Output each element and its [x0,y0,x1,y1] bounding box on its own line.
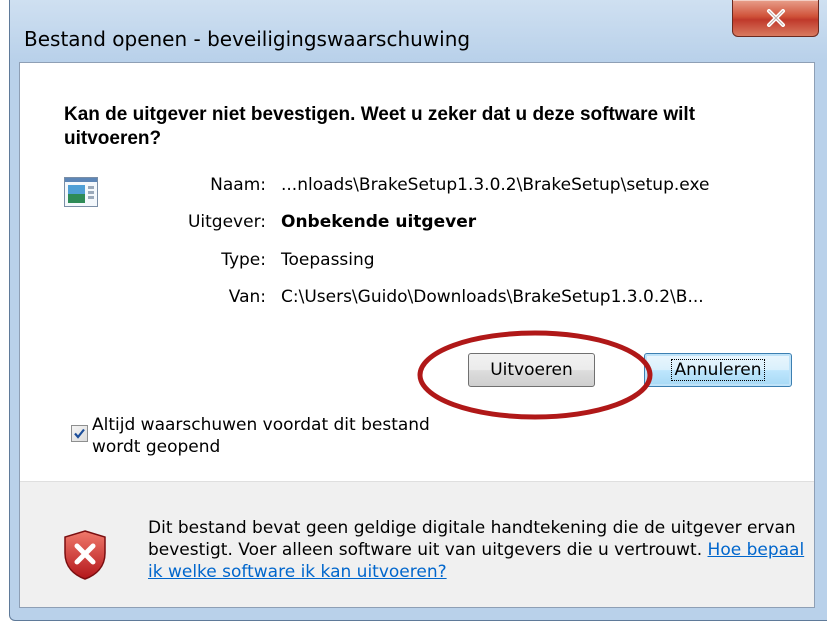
source-path-value: C:\Users\Guido\Downloads\BrakeSetup1.3.0… [281,287,704,307]
file-name-value: ...nloads\BrakeSetup1.3.0.2\BrakeSetup\s… [281,175,710,195]
cancel-button[interactable]: Annuleren [644,353,792,387]
checkmark-icon [74,428,85,439]
window-title: Bestand openen - beveiligingswaarschuwin… [24,27,471,51]
warning-panel: Dit bestand bevat geen geldige digitale … [20,481,814,607]
publisher-value: Onbekende uitgever [281,212,477,232]
field-label: Type: [221,250,266,270]
shield-error-icon [64,530,106,580]
title-bar: Bestand openen - beveiligingswaarschuwin… [10,0,827,62]
main-panel: Kan de uitgever niet bevestigen. Weet u … [20,63,814,481]
security-warning-dialog: Bestand openen - beveiligingswaarschuwin… [9,0,827,621]
headline: Kan de uitgever niet bevestigen. Weet u … [64,104,696,149]
dialog-content: Kan de uitgever niet bevestigen. Weet u … [19,62,815,608]
always-warn-label[interactable]: Altijd waarschuwen voordat dit bestand w… [92,414,482,458]
run-button[interactable]: Uitvoeren [468,353,595,387]
close-icon [766,9,785,27]
warning-text: Dit bestand bevat geen geldige digitale … [148,518,796,560]
close-button[interactable] [732,0,819,37]
field-label: Van: [228,287,266,307]
cancel-button-label: Annuleren [670,359,766,381]
type-value: Toepassing [281,250,375,270]
field-label: Naam: [210,175,266,195]
always-warn-checkbox[interactable] [71,425,88,442]
run-button-label: Uitvoeren [490,360,573,380]
application-icon [64,177,98,207]
warning-message: Dit bestand bevat geen geldige digitale … [148,517,808,583]
field-label: Uitgever: [187,212,266,232]
